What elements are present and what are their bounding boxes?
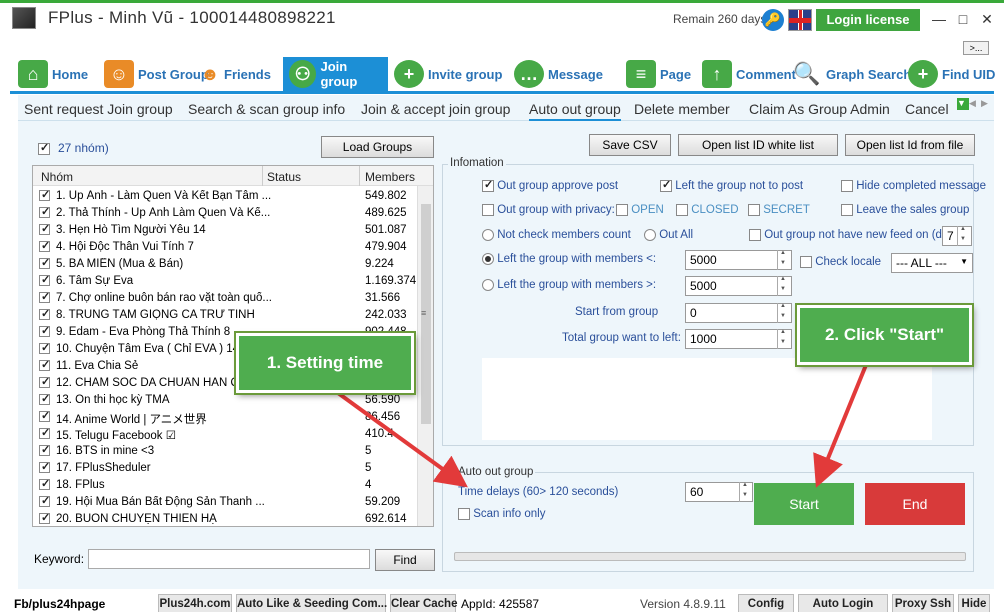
app-window: FPlus - Minh Vũ - 100014480898221 Remain… (0, 0, 1004, 612)
proxy-ssh-button[interactable]: Proxy Ssh (892, 594, 954, 612)
fb-page-label: Fb/plus24hpage (14, 597, 106, 611)
auto-login-button[interactable]: Auto Login (798, 594, 888, 612)
arrow-setting-time (336, 391, 468, 488)
status-bar: Fb/plus24hpage Plus24h.com Auto Like & S… (0, 593, 1004, 612)
arrow-click-start (813, 364, 868, 488)
auto-like-button[interactable]: Auto Like & Seeding Com... (236, 594, 387, 612)
clear-cache-button[interactable]: Clear Cache (390, 594, 457, 612)
callout-click-start: 2. Click "Start" (797, 305, 972, 365)
appid-label: AppId: 425587 (461, 597, 540, 611)
version-label: Version 4.8.9.11 (640, 597, 726, 611)
hide-button[interactable]: Hide (958, 594, 990, 612)
config-button[interactable]: Config (738, 594, 794, 612)
plus24h-button[interactable]: Plus24h.com (158, 594, 232, 612)
callout-setting-time: 1. Setting time (236, 333, 414, 393)
